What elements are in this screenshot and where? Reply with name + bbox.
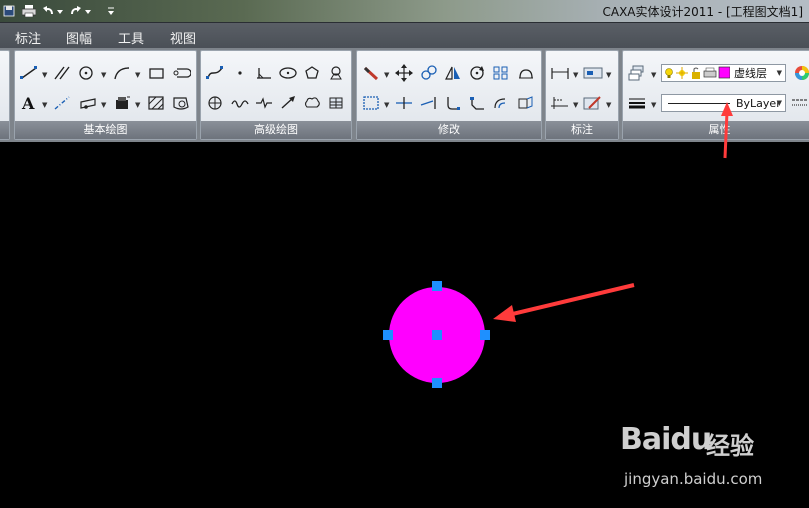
baidu-jingyan-watermark: Baidu 经验 jingyan.baidu.com xyxy=(620,418,800,500)
watermark-logo: Baidu xyxy=(620,422,712,457)
grip-right[interactable] xyxy=(480,330,490,340)
watermark-url: jingyan.baidu.com xyxy=(624,470,763,488)
grip-top[interactable] xyxy=(432,281,442,291)
annotation-arrow-circle xyxy=(493,283,635,322)
annotation-arrow-layer xyxy=(721,102,733,159)
grip-center[interactable] xyxy=(432,330,442,340)
grip-bottom[interactable] xyxy=(432,378,442,388)
grip-left[interactable] xyxy=(383,330,393,340)
watermark-text: 经验 xyxy=(706,432,754,460)
